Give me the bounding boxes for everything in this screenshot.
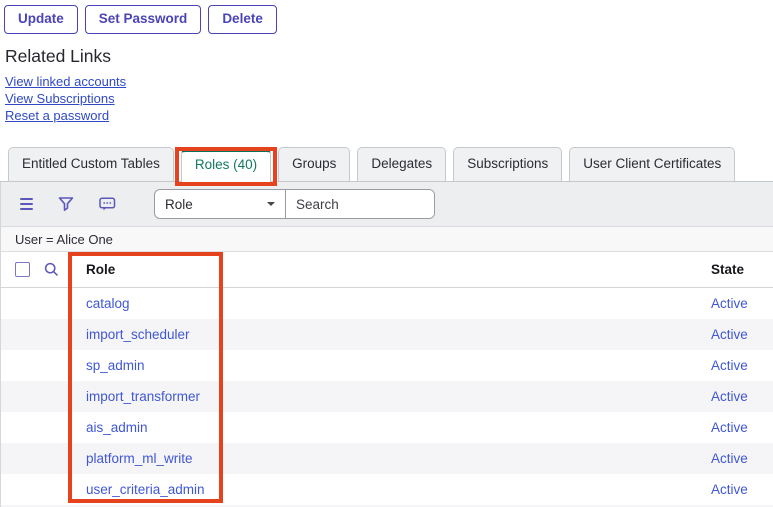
role-link[interactable]: sp_admin [86, 358, 145, 373]
roles-table: Role State catalog Active import_schedul… [1, 252, 773, 507]
chevron-down-icon [267, 202, 275, 206]
tab-groups[interactable]: Groups [278, 147, 350, 181]
search-input[interactable] [286, 190, 434, 218]
column-header-role[interactable]: Role [86, 262, 115, 277]
table-row: catalog Active [1, 288, 773, 319]
table-body: catalog Active import_scheduler Active s… [1, 288, 773, 507]
table-row: user_criteria_admin Active [1, 474, 773, 505]
breadcrumb: User = Alice One [1, 227, 773, 252]
search-column-value: Role [165, 197, 193, 212]
tab-user-client-certificates[interactable]: User Client Certificates [569, 147, 735, 181]
state-link[interactable]: Active [711, 327, 748, 342]
table-row: import_transformer Active [1, 381, 773, 412]
tab-subscriptions[interactable]: Subscriptions [453, 147, 562, 181]
state-link[interactable]: Active [711, 358, 748, 373]
link-view-subscriptions[interactable]: View Subscriptions [5, 90, 773, 107]
delete-button[interactable]: Delete [208, 5, 277, 34]
related-lists-tab-bar: Entitled Custom Tables Roles (40) Groups… [0, 139, 773, 182]
table-row: platform_ml_write Active [1, 443, 773, 474]
search-column-select[interactable]: Role [155, 190, 286, 218]
role-link[interactable]: import_transformer [86, 389, 200, 404]
set-password-button[interactable]: Set Password [85, 5, 202, 34]
form-action-bar: Update Set Password Delete [0, 0, 773, 34]
link-view-linked-accounts[interactable]: View linked accounts [5, 73, 773, 90]
chat-icon[interactable] [99, 197, 116, 212]
related-links-list: View linked accounts View Subscriptions … [5, 73, 773, 124]
role-link[interactable]: user_criteria_admin [86, 482, 205, 497]
role-link[interactable]: catalog [86, 296, 130, 311]
state-link[interactable]: Active [711, 420, 748, 435]
list-search-control: Role [154, 189, 435, 219]
search-icon[interactable] [44, 262, 59, 277]
table-header-row: Role State [1, 252, 773, 288]
menu-icon[interactable] [20, 198, 33, 210]
tab-delegates[interactable]: Delegates [357, 147, 446, 181]
update-button[interactable]: Update [4, 5, 78, 34]
table-row: ais_admin Active [1, 412, 773, 443]
table-row: import_scheduler Active [1, 319, 773, 350]
table-row: sp_admin Active [1, 350, 773, 381]
state-link[interactable]: Active [711, 296, 748, 311]
filter-icon[interactable] [58, 196, 74, 212]
state-link[interactable]: Active [711, 451, 748, 466]
link-reset-a-password[interactable]: Reset a password [5, 107, 773, 124]
breadcrumb-text: User = Alice One [15, 232, 113, 247]
role-link[interactable]: import_scheduler [86, 327, 190, 342]
tab-roles[interactable]: Roles (40) [181, 148, 271, 182]
role-link[interactable]: ais_admin [86, 420, 148, 435]
column-header-state[interactable]: State [711, 262, 744, 277]
tab-entitled-custom-tables[interactable]: Entitled Custom Tables [8, 147, 174, 181]
role-link[interactable]: platform_ml_write [86, 451, 193, 466]
state-link[interactable]: Active [711, 389, 748, 404]
roles-list-panel: Role User = Alice One Role State c [0, 182, 773, 507]
related-links-heading: Related Links [5, 46, 773, 67]
select-all-checkbox[interactable] [15, 262, 30, 277]
state-link[interactable]: Active [711, 482, 748, 497]
list-toolbar: Role [1, 182, 773, 227]
